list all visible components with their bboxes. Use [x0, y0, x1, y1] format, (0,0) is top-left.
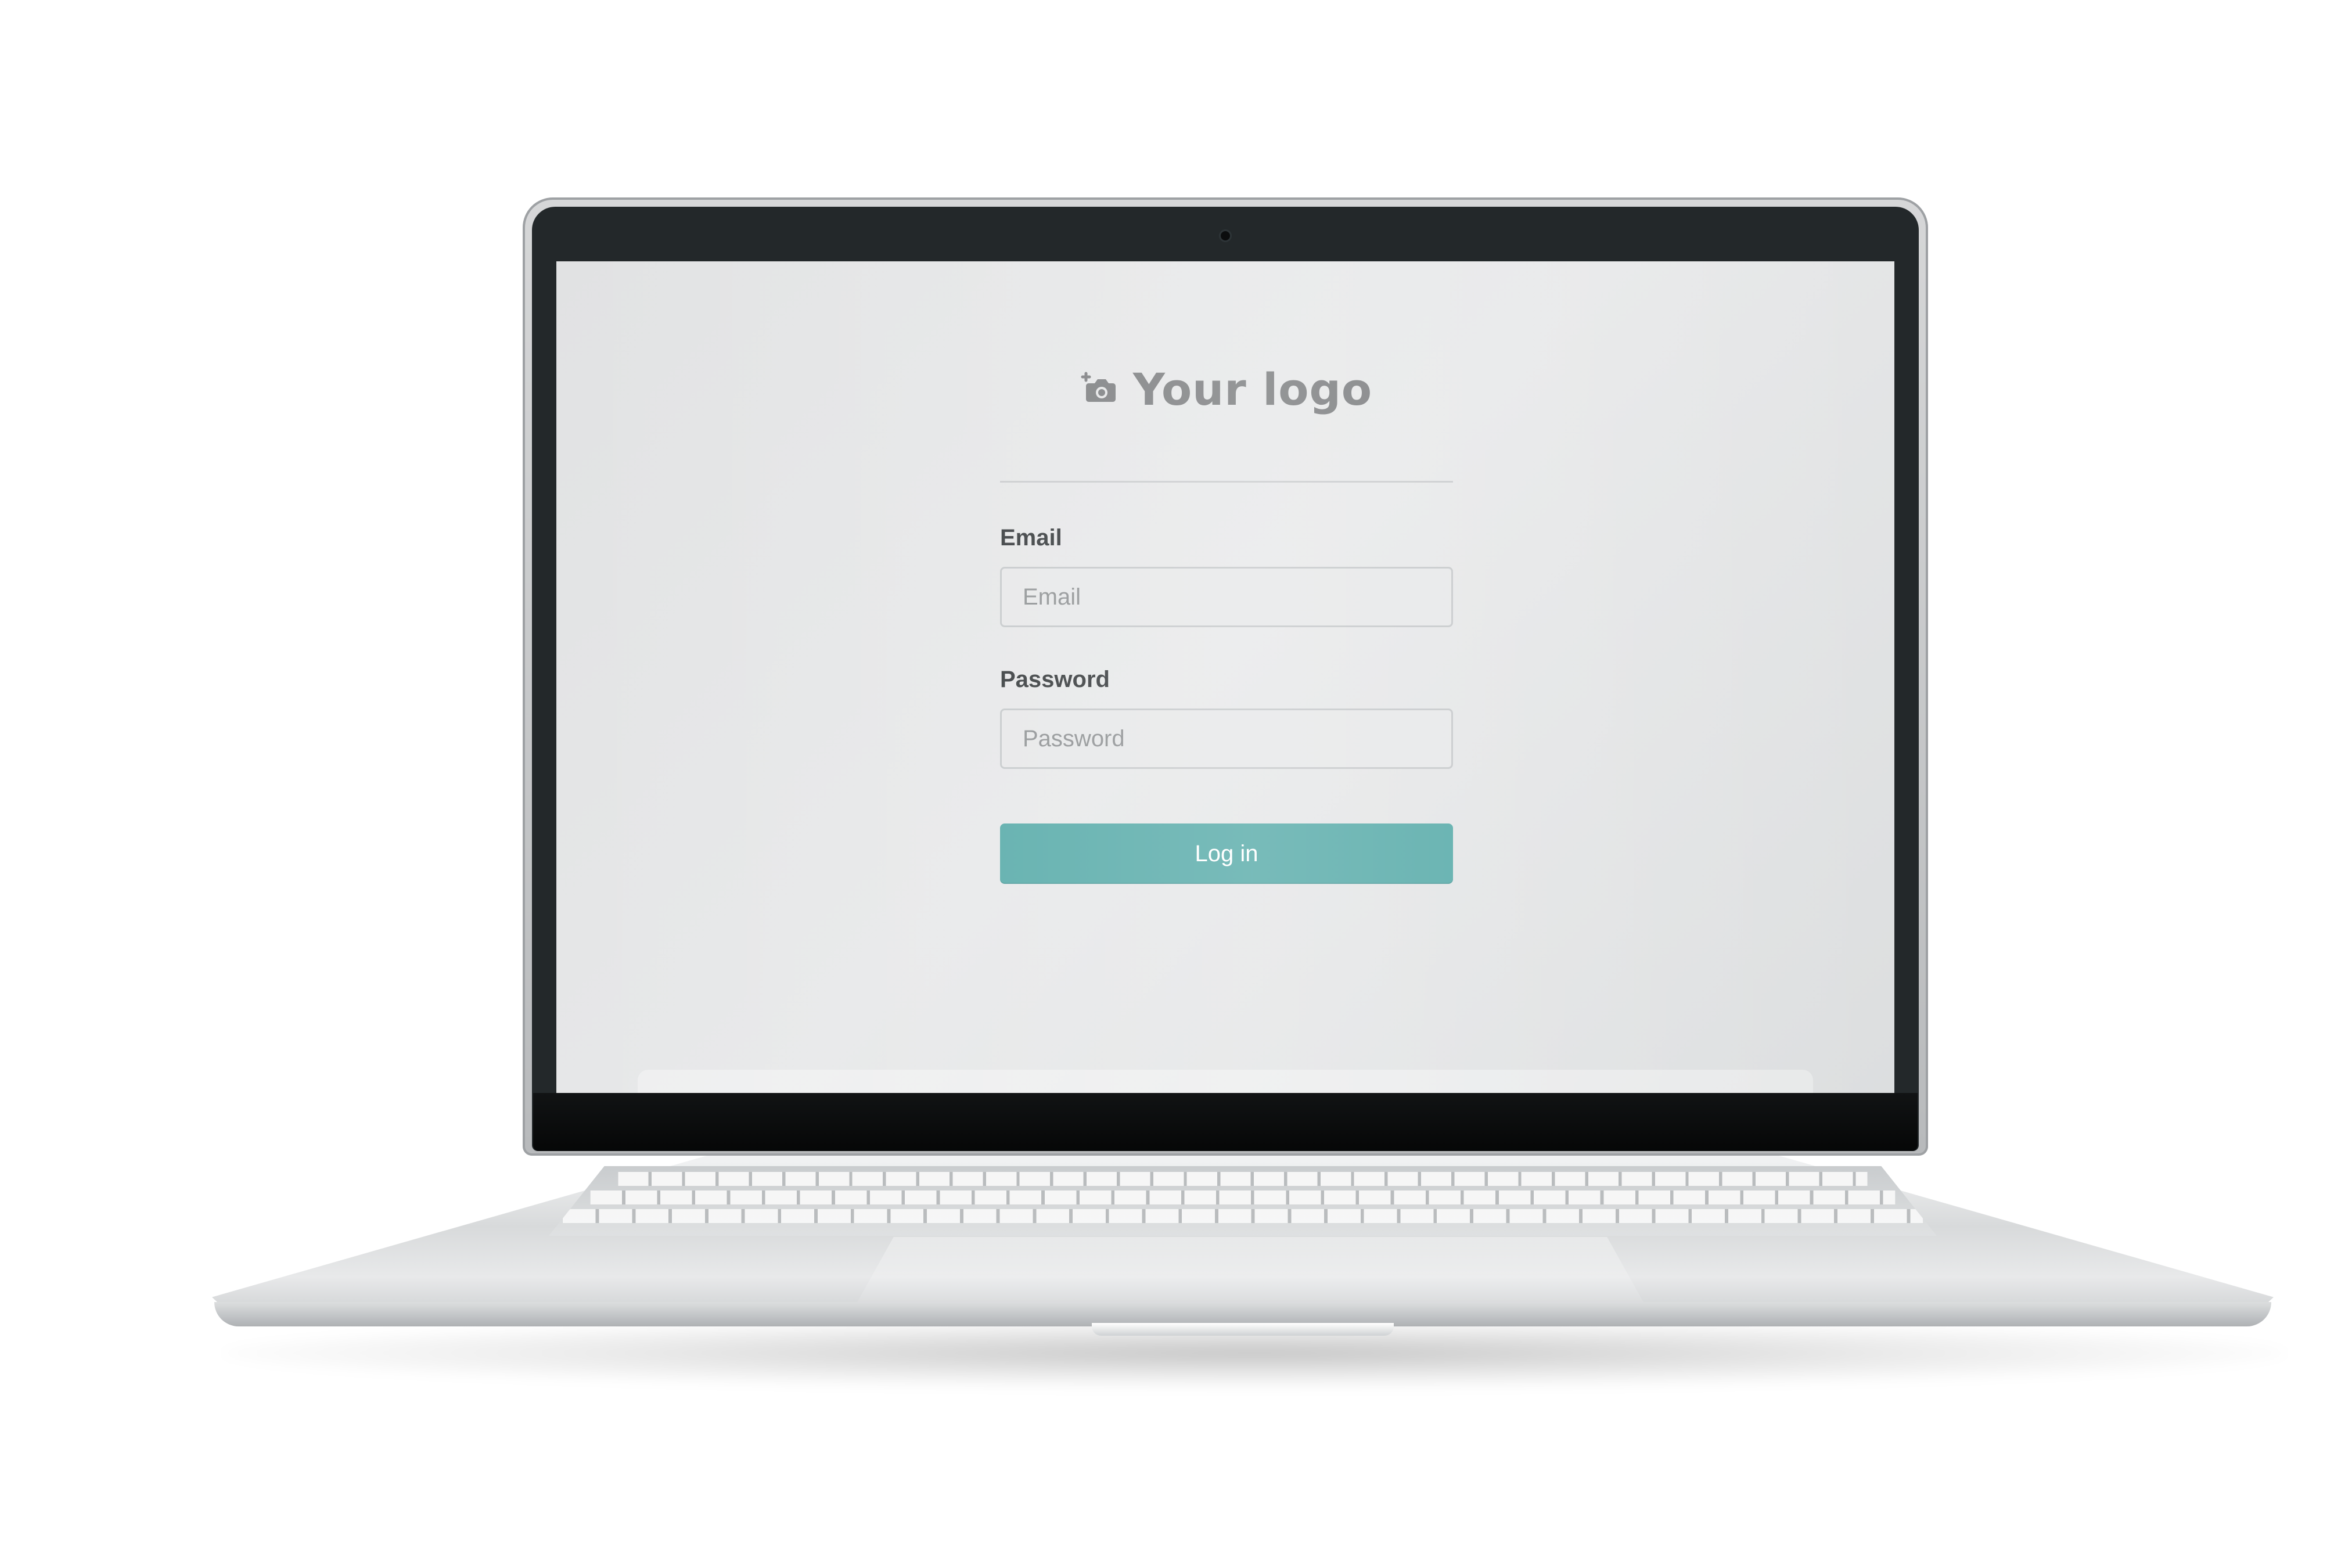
login-form: Your logo Email Password Log in [1000, 354, 1453, 884]
product-scene: Your logo Email Password Log in [0, 0, 2352, 1568]
keyboard-row [618, 1172, 1868, 1186]
keyboard-row [590, 1191, 1896, 1204]
laptop-base [212, 1156, 2274, 1336]
keyboard [549, 1166, 1937, 1236]
log-in-button[interactable]: Log in [1000, 823, 1453, 884]
login-screen: Your logo Email Password Log in [556, 261, 1894, 1103]
camera-plus-icon [1081, 372, 1116, 402]
logo-divider [1000, 481, 1453, 483]
logo-text: Your logo [1132, 363, 1373, 415]
password-label: Password [1000, 667, 1110, 692]
screen-bezel: Your logo Email Password Log in [532, 207, 1919, 1151]
brand-logo: Your logo [1000, 354, 1453, 424]
keyboard-row [562, 1209, 1923, 1223]
screen-chin [533, 1093, 1918, 1151]
webcam-icon [1221, 231, 1230, 240]
password-input[interactable] [1000, 709, 1453, 769]
laptop-lid: Your logo Email Password Log in [523, 197, 1928, 1156]
email-input[interactable] [1000, 567, 1453, 627]
lid-notch [1092, 1323, 1394, 1336]
email-label: Email [1000, 525, 1062, 551]
